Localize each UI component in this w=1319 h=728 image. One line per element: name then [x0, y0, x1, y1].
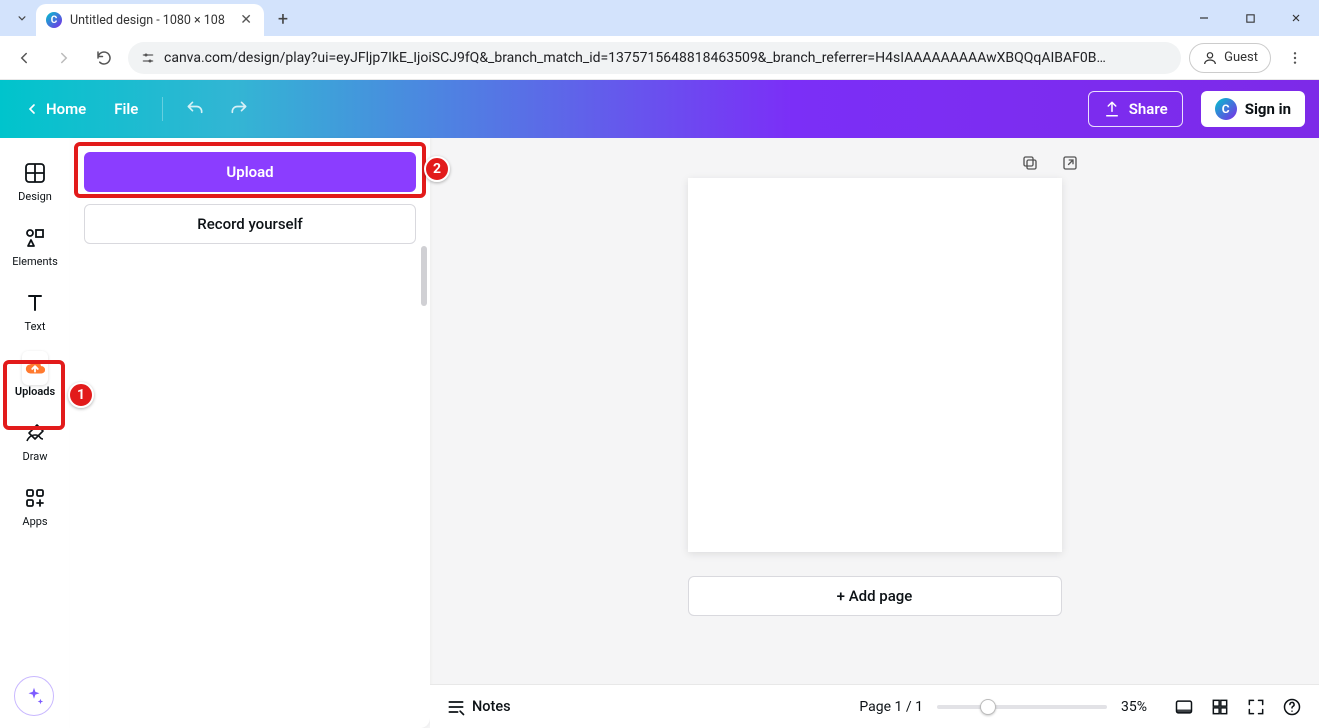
scrollbar-thumb[interactable] — [421, 246, 427, 306]
add-page-button[interactable]: + Add page — [688, 576, 1062, 616]
signin-button[interactable]: C Sign in — [1201, 91, 1305, 127]
design-page[interactable] — [688, 178, 1062, 552]
canvas-area[interactable]: + Add page Notes Page 1 / 1 35% — [430, 138, 1319, 728]
rail-label: Apps — [22, 515, 47, 528]
main-area: Design Elements Text Uploads Draw Apps 1 — [0, 138, 1319, 728]
rail-uploads[interactable]: Uploads — [6, 347, 64, 406]
home-button[interactable]: Home — [14, 94, 96, 124]
home-label: Home — [46, 100, 86, 118]
upload-icon — [1103, 100, 1121, 118]
annotation-badge-1: 1 — [68, 382, 94, 408]
profile-button[interactable]: Guest — [1189, 43, 1271, 73]
help-icon[interactable] — [1281, 696, 1303, 718]
annotation-badge-2: 2 — [424, 156, 450, 182]
signin-label: Sign in — [1245, 100, 1291, 118]
file-label: File — [114, 100, 138, 118]
profile-label: Guest — [1224, 50, 1258, 65]
new-tab-button[interactable]: + — [268, 4, 298, 34]
rail-apps[interactable]: Apps — [6, 477, 64, 536]
side-rail: Design Elements Text Uploads Draw Apps 1 — [0, 138, 70, 728]
forward-button[interactable] — [48, 42, 80, 74]
window-close[interactable] — [1273, 0, 1319, 36]
window-controls — [1181, 0, 1319, 36]
uploads-icon — [22, 351, 48, 385]
record-yourself-button[interactable]: Record yourself — [84, 204, 416, 244]
canva-logo-icon: C — [1215, 98, 1237, 120]
rail-label: Elements — [12, 255, 58, 268]
share-label: Share — [1129, 100, 1168, 118]
browser-tab[interactable]: C Untitled design - 1080 × 108 ✕ — [36, 4, 264, 36]
window-maximize[interactable] — [1227, 0, 1273, 36]
canva-favicon: C — [46, 12, 62, 28]
uploads-panel: Upload Record yourself 2 — [70, 138, 430, 728]
browser-menu[interactable] — [1279, 42, 1311, 74]
window-minimize[interactable] — [1181, 0, 1227, 36]
zoom-slider-thumb[interactable] — [980, 699, 996, 715]
sparkle-icon — [23, 685, 45, 707]
share-button[interactable]: Share — [1088, 91, 1183, 127]
tab-title: Untitled design - 1080 × 108 — [70, 13, 230, 28]
design-icon — [22, 160, 48, 186]
chevron-down-icon — [15, 11, 29, 25]
chevron-left-icon — [24, 101, 40, 117]
rail-label: Uploads — [15, 385, 55, 398]
text-icon — [22, 290, 48, 316]
rail-label: Design — [18, 190, 52, 203]
fullscreen-icon[interactable] — [1245, 696, 1267, 718]
rail-design[interactable]: Design — [6, 152, 64, 211]
rail-draw[interactable]: Draw — [6, 412, 64, 471]
grid-view-icon[interactable] — [1209, 696, 1231, 718]
notes-button[interactable]: Notes — [446, 697, 511, 717]
header-divider — [162, 97, 163, 121]
upload-button[interactable]: Upload — [84, 152, 416, 192]
url-input[interactable]: canva.com/design/play?ui=eyJFljp7IkE_Ijo… — [128, 42, 1181, 74]
draw-icon — [22, 420, 48, 446]
rail-text[interactable]: Text — [6, 282, 64, 341]
rail-label: Text — [25, 320, 46, 333]
tab-close-icon[interactable]: ✕ — [238, 12, 254, 28]
page-indicator[interactable]: Page 1 / 1 — [859, 699, 923, 715]
tabs-dropdown[interactable] — [8, 4, 36, 32]
reload-button[interactable] — [88, 42, 120, 74]
rail-label: Draw — [23, 450, 48, 463]
file-menu[interactable]: File — [104, 94, 148, 124]
panel-scrollbar[interactable] — [420, 246, 428, 720]
open-page-icon[interactable] — [1059, 152, 1081, 174]
browser-tab-strip: C Untitled design - 1080 × 108 ✕ + — [0, 0, 1319, 36]
ai-assistant-button[interactable] — [14, 676, 54, 716]
site-settings-icon[interactable] — [140, 50, 156, 66]
elements-icon — [22, 225, 48, 251]
duplicate-page-icon[interactable] — [1019, 152, 1041, 174]
rail-elements[interactable]: Elements — [6, 217, 64, 276]
page-view-icon[interactable] — [1173, 696, 1195, 718]
apps-icon — [22, 485, 48, 511]
browser-address-bar: canva.com/design/play?ui=eyJFljp7IkE_Ijo… — [0, 36, 1319, 80]
notes-icon — [446, 697, 466, 717]
bottom-bar: Notes Page 1 / 1 35% — [430, 684, 1319, 728]
redo-button[interactable] — [221, 91, 257, 127]
url-text: canva.com/design/play?ui=eyJFljp7IkE_Ijo… — [164, 50, 1169, 66]
undo-button[interactable] — [177, 91, 213, 127]
back-button[interactable] — [8, 42, 40, 74]
notes-label: Notes — [472, 698, 511, 715]
app-header: Home File Share C Sign in — [0, 80, 1319, 138]
zoom-percent[interactable]: 35% — [1121, 699, 1159, 715]
person-icon — [1202, 50, 1218, 66]
zoom-slider[interactable] — [937, 705, 1107, 709]
